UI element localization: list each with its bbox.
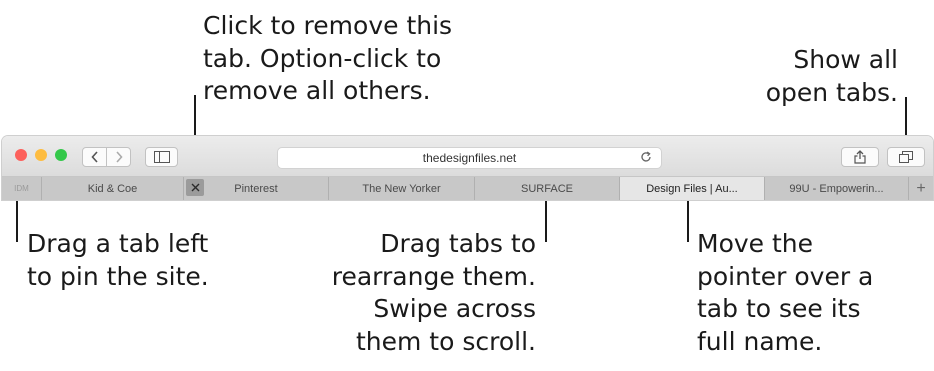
tab-pinterest[interactable]: Pinterest bbox=[183, 177, 328, 200]
back-icon bbox=[90, 151, 98, 163]
browser-window: thedesignfiles.net IDM Kid & Coe Pintere… bbox=[2, 136, 933, 200]
share-icon bbox=[854, 150, 866, 164]
forward-button[interactable] bbox=[106, 147, 131, 167]
sidebar-icon bbox=[153, 151, 170, 163]
tab-label: Pinterest bbox=[234, 182, 278, 195]
sidebar-button[interactable] bbox=[145, 147, 178, 167]
close-window-button[interactable] bbox=[15, 149, 27, 161]
new-tab-button[interactable]: + bbox=[908, 177, 933, 200]
leader-line-hover bbox=[687, 200, 689, 242]
address-bar[interactable]: thedesignfiles.net bbox=[277, 147, 662, 169]
close-tab-button[interactable] bbox=[186, 179, 204, 196]
tab-bar: IDM Kid & Coe Pinterest The New Yorker S… bbox=[2, 177, 933, 200]
reload-button[interactable] bbox=[639, 150, 653, 169]
pinned-tab[interactable]: IDM bbox=[2, 177, 41, 200]
share-button[interactable] bbox=[841, 147, 879, 167]
callout-pin-site: Drag a tab left to pin the site. bbox=[27, 229, 209, 291]
tab-99u[interactable]: 99U - Empowerin... bbox=[764, 177, 908, 200]
tab-label: Design Files | Au... bbox=[646, 182, 738, 195]
tab-surface[interactable]: SURFACE bbox=[474, 177, 619, 200]
callout-rearrange-tabs: Drag tabs to rearrange them. Swipe acros… bbox=[331, 229, 536, 356]
pinned-tab-label: IDM bbox=[14, 184, 29, 193]
callout-close-tab: Click to remove this tab. Option-click t… bbox=[203, 11, 453, 105]
leader-line-show-all bbox=[905, 97, 907, 141]
tab-label: 99U - Empowerin... bbox=[789, 182, 884, 195]
minimize-window-button[interactable] bbox=[35, 149, 47, 161]
zoom-window-button[interactable] bbox=[55, 149, 67, 161]
leader-line-pin bbox=[16, 200, 18, 242]
tab-label: Kid & Coe bbox=[87, 182, 138, 195]
tab-overview-icon bbox=[899, 151, 913, 163]
reload-icon bbox=[641, 151, 651, 162]
callout-show-all-tabs: Show all open tabs. bbox=[765, 45, 898, 107]
callout-full-name: Move the pointer over a tab to see its f… bbox=[697, 229, 874, 356]
forward-icon bbox=[115, 151, 123, 163]
url-text: thedesignfiles.net bbox=[422, 151, 517, 165]
leader-line-rearrange bbox=[545, 200, 547, 242]
close-icon bbox=[191, 183, 199, 192]
back-button[interactable] bbox=[82, 147, 107, 167]
tab-kid-and-coe[interactable]: Kid & Coe bbox=[41, 177, 183, 200]
new-tab-icon: + bbox=[916, 179, 926, 197]
show-all-tabs-button[interactable] bbox=[887, 147, 925, 167]
tab-label: The New Yorker bbox=[362, 182, 441, 195]
tab-design-files[interactable]: Design Files | Au... bbox=[619, 177, 764, 200]
tab-label: SURFACE bbox=[521, 182, 573, 195]
toolbar: thedesignfiles.net bbox=[2, 136, 933, 177]
tab-the-new-yorker[interactable]: The New Yorker bbox=[328, 177, 474, 200]
